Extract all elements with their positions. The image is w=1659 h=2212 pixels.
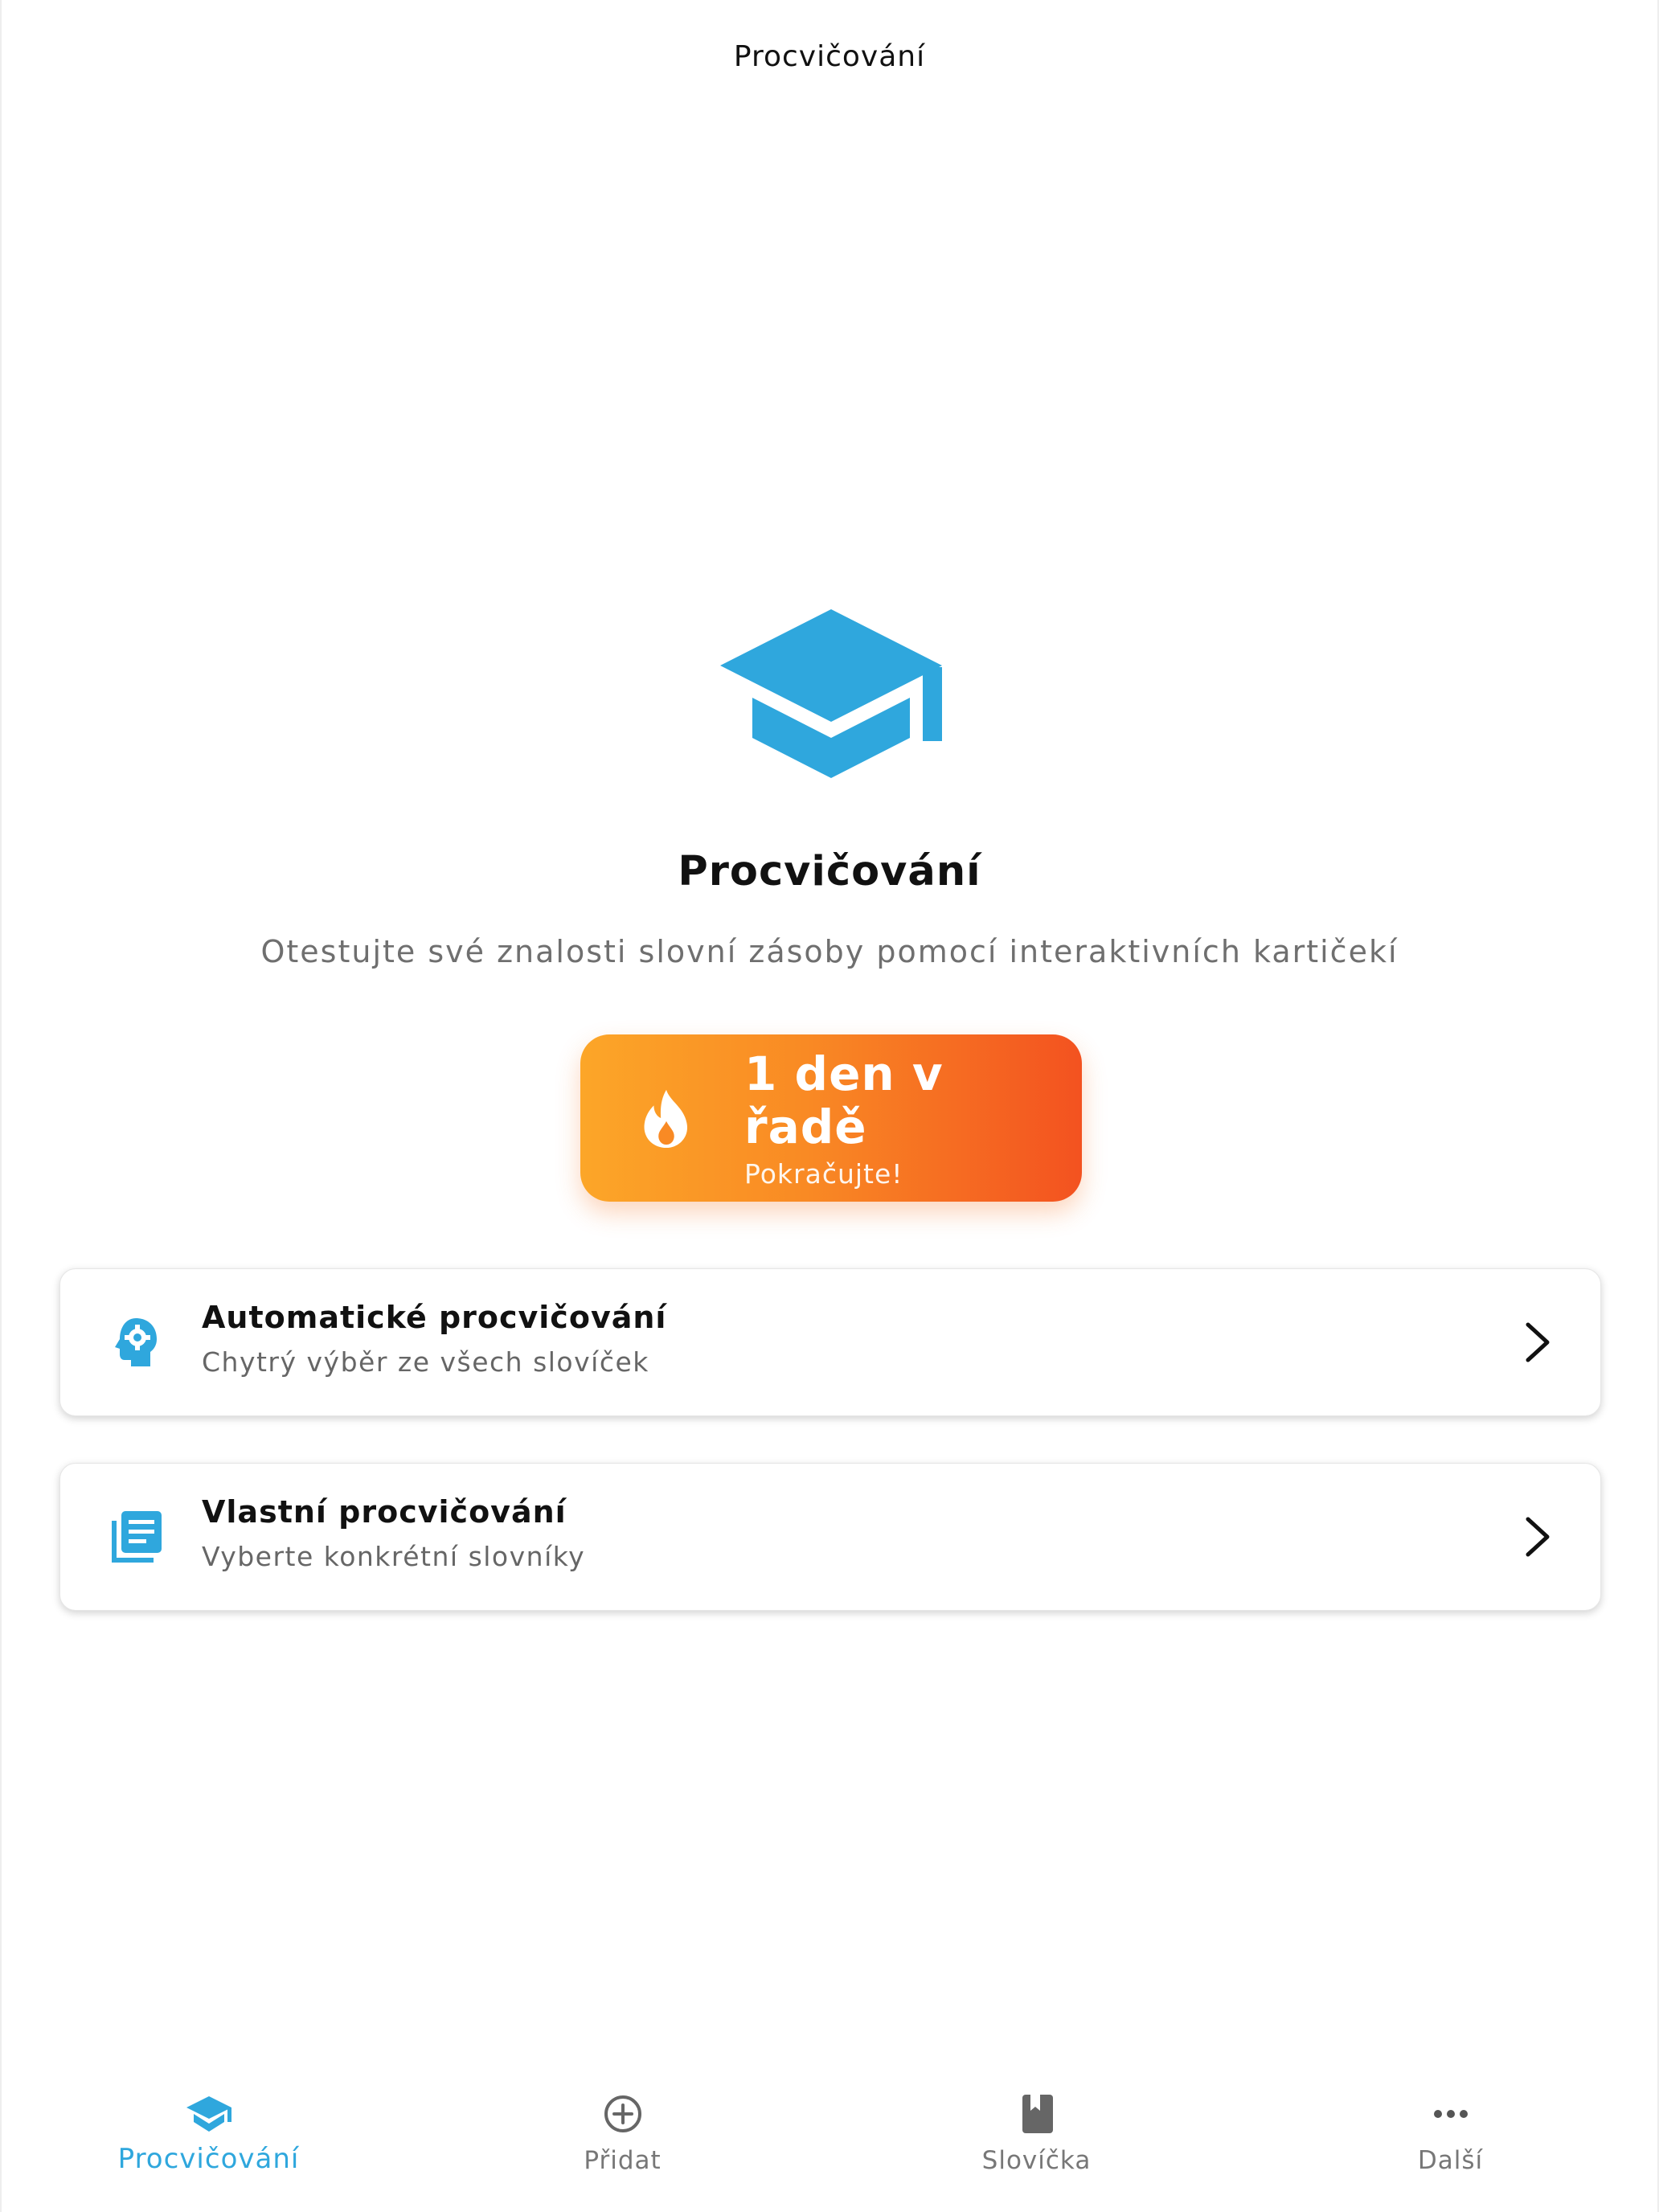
app-bar-title: Procvičování bbox=[733, 39, 926, 73]
chevron-right-icon bbox=[1526, 1322, 1550, 1362]
library-books-icon bbox=[112, 1511, 162, 1563]
auto-practice-title: Automatické procvičování bbox=[202, 1300, 667, 1335]
book-icon bbox=[1022, 2095, 1053, 2133]
add-circle-icon bbox=[604, 2095, 641, 2132]
custom-practice-card[interactable]: Vlastní procvičování Vyberte konkrétní s… bbox=[59, 1463, 1601, 1611]
brain-gear-icon bbox=[115, 1318, 157, 1366]
more-dots-icon bbox=[1433, 2110, 1468, 2118]
graduation-cap-icon bbox=[186, 2096, 231, 2132]
auto-practice-card[interactable]: Automatické procvičování Chytrý výběr ze… bbox=[59, 1268, 1601, 1416]
custom-practice-title: Vlastní procvičování bbox=[202, 1494, 567, 1530]
top-app-bar: Procvičování bbox=[2, 0, 1657, 113]
app-screen: Procvičování Procvičování Otestujte své … bbox=[0, 0, 1659, 2212]
nav-label-words: Slovíčka bbox=[981, 2146, 1092, 2175]
auto-practice-text: Automatické procvičování Chytrý výběr ze… bbox=[202, 1300, 666, 1378]
custom-practice-text: Vlastní procvičování Vyberte konkrétní s… bbox=[202, 1494, 585, 1572]
hero-subtitle: Otestujte své znalosti slovní zásoby pom… bbox=[260, 934, 1399, 969]
streak-count: 1 den v řadě bbox=[744, 1046, 944, 1154]
streak-card: 1 den v řadě Pokračujte! bbox=[580, 1034, 1082, 1202]
nav-item-words[interactable]: Slovíčka bbox=[830, 2071, 1243, 2212]
flame-icon bbox=[644, 1089, 688, 1149]
nav-label-add: Přidat bbox=[584, 2146, 662, 2175]
custom-practice-subtitle: Vyberte konkrétní slovníky bbox=[202, 1541, 586, 1572]
streak-subtitle: Pokračujte! bbox=[744, 1157, 903, 1190]
nav-label-practice: Procvičování bbox=[117, 2143, 300, 2175]
bottom-navigation: Procvičování Přidat Slovíčka Další bbox=[2, 2071, 1657, 2212]
chevron-right-icon bbox=[1526, 1517, 1550, 1557]
nav-label-more: Další bbox=[1417, 2146, 1484, 2175]
graduation-cap-icon bbox=[720, 609, 942, 778]
nav-item-add[interactable]: Přidat bbox=[416, 2071, 830, 2212]
streak-text: 1 den v řadě Pokračujte! bbox=[744, 1047, 1082, 1190]
auto-practice-subtitle: Chytrý výběr ze všech slovíček bbox=[202, 1346, 649, 1378]
hero-title: Procvičování bbox=[678, 848, 981, 895]
nav-item-practice[interactable]: Procvičování bbox=[2, 2071, 416, 2212]
nav-item-more[interactable]: Další bbox=[1243, 2071, 1657, 2212]
